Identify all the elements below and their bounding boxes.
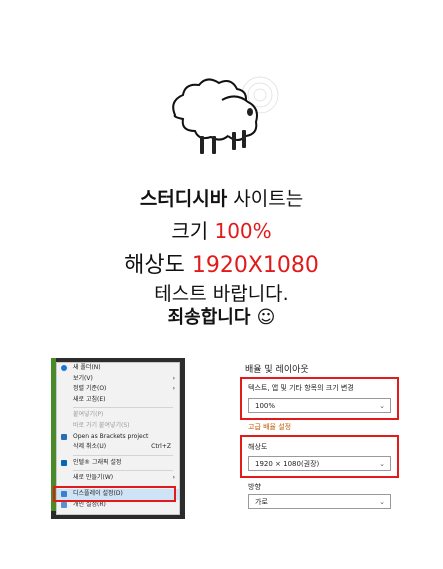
menu-separator xyxy=(73,407,173,409)
message-line-test: 테스트 바랍니다. xyxy=(154,283,289,305)
size-label: 크기 xyxy=(171,219,215,243)
scale-value: 100% xyxy=(255,402,276,410)
resolution-dropdown[interactable]: 1920 × 1080(권장) ⌄ xyxy=(248,456,391,471)
resolution-setting-label: 해상도 xyxy=(248,443,268,451)
message-line-resolution: 해상도 1920X1080 xyxy=(0,247,443,279)
folder-icon xyxy=(61,365,67,371)
menu-item-view[interactable]: 보기(V) › xyxy=(57,374,179,385)
menu-item-new-folder[interactable]: 새 폴더(N) xyxy=(57,363,179,374)
scale-dropdown[interactable]: 100% ⌄ xyxy=(248,398,391,413)
sheep-illustration xyxy=(172,76,279,154)
display-settings-highlight xyxy=(53,486,176,502)
chevron-down-icon: ⌄ xyxy=(379,460,385,468)
orientation-dropdown[interactable]: 가로 ⌄ xyxy=(248,494,391,509)
menu-item-sort[interactable]: 정렬 기준(O) › xyxy=(57,384,179,395)
chevron-right-icon: › xyxy=(172,374,175,382)
orientation-value: 가로 xyxy=(255,498,268,506)
menu-item-paste[interactable]: 붙여넣기(P) xyxy=(57,410,179,421)
scale-label: 텍스트, 앱 및 기타 항목의 크기 변경 xyxy=(248,384,354,392)
menu-separator xyxy=(73,454,173,456)
shortcut-text: Ctrl+Z xyxy=(151,443,171,451)
size-value: 100% xyxy=(214,219,272,243)
personalize-icon xyxy=(61,501,67,508)
menu-separator xyxy=(73,470,173,472)
advanced-scaling-link[interactable]: 고급 배율 설정 xyxy=(248,422,291,432)
message-line-apology: 죄송합니다 ☺ xyxy=(167,307,276,328)
message-line-site: 스터디시바 사이트는 xyxy=(0,184,443,211)
menu-item-new[interactable]: 새로 만들기(W) › xyxy=(57,473,179,484)
scale-layout-title: 배율 및 레이아웃 xyxy=(245,365,309,375)
menu-item-paste-shortcut[interactable]: 바로 가기 붙여넣기(S) xyxy=(57,421,179,432)
chevron-right-icon: › xyxy=(172,474,175,482)
site-name: 스터디시바 xyxy=(139,188,228,210)
chevron-down-icon: ⌄ xyxy=(379,402,385,410)
resolution-value: 1920X1080 xyxy=(191,253,319,278)
chevron-down-icon: ⌄ xyxy=(379,498,385,506)
message-line-size: 크기 100% xyxy=(0,215,443,244)
chevron-right-icon: › xyxy=(172,385,175,393)
menu-item-intel-graphics[interactable]: 인텔® 그래픽 설정 xyxy=(57,458,179,469)
orientation-label: 방향 xyxy=(248,483,261,491)
resolution-setting-value: 1920 × 1080(권장) xyxy=(255,460,320,468)
resolution-label: 해상도 xyxy=(124,253,192,278)
intel-icon xyxy=(61,459,67,466)
menu-item-refresh[interactable]: 새로 고침(E) xyxy=(57,395,179,406)
menu-item-undo-delete[interactable]: 삭제 취소(U) Ctrl+Z xyxy=(57,442,179,453)
site-suffix: 사이트는 xyxy=(227,188,304,210)
brackets-icon xyxy=(61,433,67,440)
menu-item-brackets[interactable]: Open as Brackets project xyxy=(57,432,179,443)
